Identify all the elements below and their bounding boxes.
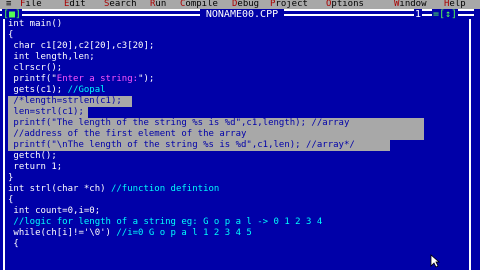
menu-compile[interactable]: Compile (180, 0, 218, 9)
menu-debug[interactable]: Debug (232, 0, 259, 9)
code-line[interactable]: { (8, 239, 18, 250)
menu-file[interactable]: File (20, 0, 42, 9)
code-line[interactable]: int strl(char *ch) //function defintion (8, 184, 219, 195)
code-line[interactable]: printf("\nThe length of the string %s is… (8, 140, 354, 151)
window-frame-top: [■] NONAME00.CPP 1 =[↕] (0, 9, 474, 21)
code-line[interactable]: return 1; (8, 162, 62, 173)
code-line[interactable]: /*length=strlen(c1); (8, 96, 121, 107)
code-line[interactable]: { (8, 30, 13, 41)
menu-project[interactable]: Project (270, 0, 308, 9)
code-line[interactable]: getch(); (8, 151, 56, 162)
code-line[interactable]: int length,len; (8, 52, 94, 63)
code-line[interactable]: printf("Enter a string:"); (8, 74, 154, 85)
editor-window: [■] NONAME00.CPP 1 =[↕] int main(){ char… (0, 9, 474, 270)
menu-run[interactable]: Run (150, 0, 166, 9)
code-editor[interactable]: int main(){ char c1[20],c2[20],c3[20]; i… (8, 19, 468, 270)
menu-search[interactable]: Search (104, 0, 137, 9)
code-line[interactable]: //address of the first element of the ar… (8, 129, 246, 140)
system-menu-icon[interactable]: ≡ (6, 0, 11, 9)
code-line[interactable]: while(ch[i]!='\0') //i=0 G o p a l 1 2 3… (8, 228, 251, 239)
menu-options[interactable]: Options (326, 0, 364, 9)
code-line[interactable]: len=strl(c1); (8, 107, 83, 118)
code-line[interactable]: clrscr(); (8, 63, 62, 74)
menu-bar: ≡ File Edit Search Run Compile Debug Pro… (0, 0, 480, 9)
window-frame-left (3, 19, 5, 270)
menu-edit[interactable]: Edit (64, 0, 86, 9)
code-line[interactable]: int main() (8, 19, 62, 30)
menu-help[interactable]: Help (444, 0, 466, 9)
menu-window[interactable]: Window (394, 0, 427, 9)
code-line[interactable]: char c1[20],c2[20],c3[20]; (8, 41, 154, 52)
code-line[interactable]: //logic for length of a string eg: G o p… (8, 217, 322, 228)
code-line[interactable]: { (8, 195, 13, 206)
mouse-cursor-icon (430, 254, 440, 268)
window-frame-right (469, 19, 471, 270)
code-line[interactable]: gets(c1); //Gopal (8, 85, 105, 96)
code-line[interactable]: int count=0,i=0; (8, 206, 100, 217)
code-line[interactable]: printf("The length of the string %s is %… (8, 118, 349, 129)
code-line[interactable]: } (8, 173, 13, 184)
